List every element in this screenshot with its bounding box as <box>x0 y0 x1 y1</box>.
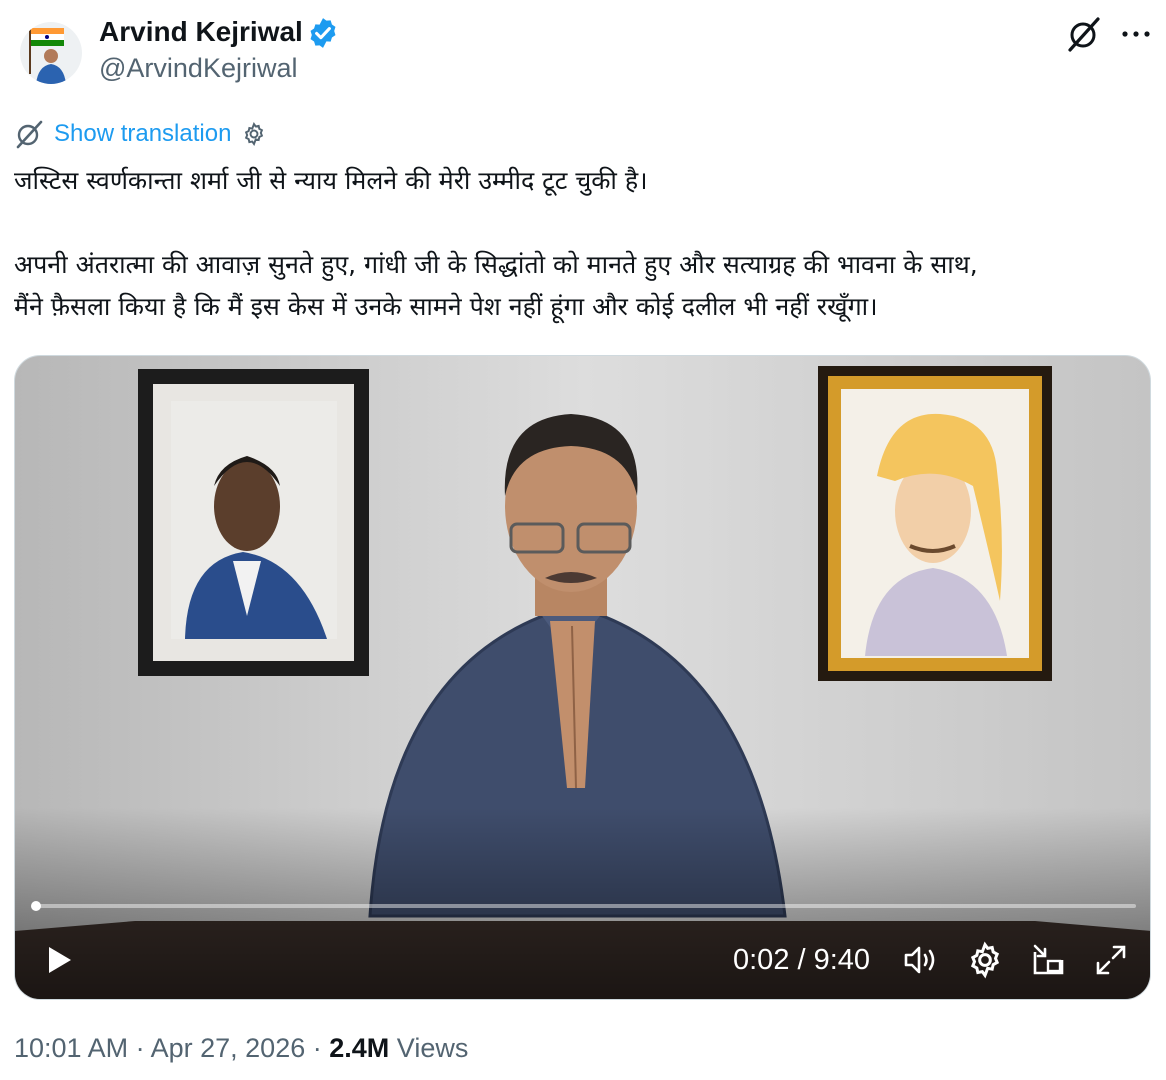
video-progress-handle[interactable] <box>30 901 41 911</box>
video-player[interactable]: 0:02 / 9:40 <box>14 355 1151 1000</box>
tweet-time[interactable]: 10:01 AM <box>14 1033 128 1063</box>
tweet-text: जस्टिस स्वर्णकान्ता शर्मा जी से न्याय मि… <box>14 160 1154 328</box>
video-time: 0:02 / 9:40 <box>733 944 871 976</box>
views-count: 2.4M <box>329 1033 390 1063</box>
tweet-meta: 10:01 AM · Apr 27, 2026 · 2.4M Views <box>14 1030 468 1066</box>
dock-icon[interactable] <box>1029 940 1069 980</box>
author-name[interactable]: Arvind Kejriwal <box>99 14 303 50</box>
fullscreen-icon[interactable] <box>1091 940 1131 980</box>
tweet-date[interactable]: Apr 27, 2026 <box>151 1033 306 1063</box>
tweet-paragraph: मैंने फ़ैसला किया है कि मैं इस केस में उ… <box>14 292 878 321</box>
video-progress-bar[interactable] <box>30 901 1136 911</box>
translation-settings-icon[interactable] <box>241 121 267 147</box>
more-options-icon[interactable] <box>1116 14 1156 54</box>
show-translation-link[interactable]: Show translation <box>54 120 231 148</box>
settings-icon[interactable] <box>965 940 1005 980</box>
grok-icon[interactable] <box>1064 14 1104 54</box>
play-icon[interactable] <box>39 940 79 980</box>
verified-badge-icon <box>306 16 340 50</box>
author-handle[interactable]: @ArvindKejriwal <box>99 52 297 84</box>
avatar[interactable] <box>20 22 82 84</box>
translation-row: Show translation <box>14 118 267 150</box>
separator: · <box>312 1033 330 1063</box>
views-label: Views <box>396 1033 469 1063</box>
grok-translate-icon[interactable] <box>14 119 44 149</box>
tweet-paragraph: अपनी अंतरात्मा की आवाज़ सुनते हुए, गांधी… <box>14 250 978 279</box>
separator: · <box>135 1033 151 1063</box>
volume-icon[interactable] <box>901 940 941 980</box>
tweet-paragraph: जस्टिस स्वर्णकान्ता शर्मा जी से न्याय मि… <box>14 166 648 195</box>
